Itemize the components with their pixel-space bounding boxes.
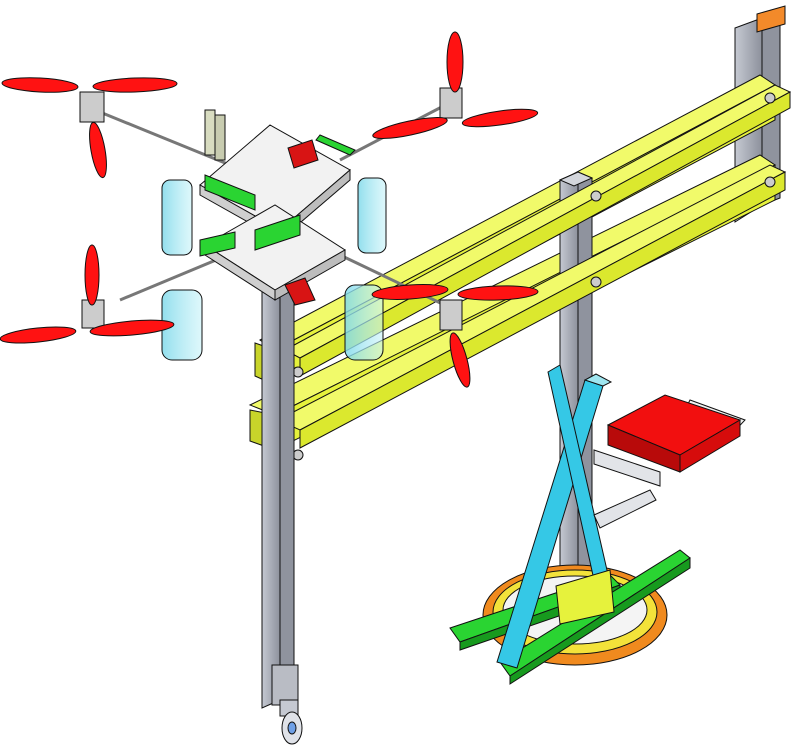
caster-wheel-icon (279, 699, 303, 745)
cad-assembly-viewport (0, 0, 792, 753)
tank-1 (161, 179, 193, 256)
post-cap (756, 5, 786, 33)
front-post (261, 281, 299, 709)
drone-center-frame (199, 109, 356, 306)
antenna-left (204, 109, 216, 156)
antenna-right (214, 114, 226, 161)
assembly-drawing (0, 5, 792, 745)
tank-2 (357, 177, 387, 254)
red-seat (606, 394, 746, 473)
